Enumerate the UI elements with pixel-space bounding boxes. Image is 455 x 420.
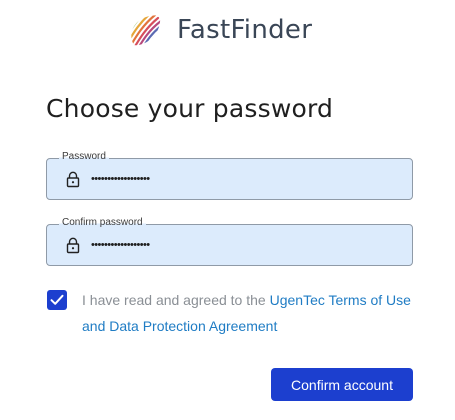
confirm-password-field-label: Confirm password — [59, 217, 146, 229]
password-field-label: Password — [59, 151, 109, 163]
page-title: Choose your password — [46, 94, 334, 123]
fastfinder-logo-icon — [131, 15, 161, 46]
brand-header: FastFinder — [126, 10, 312, 50]
confirm-account-button[interactable]: Confirm account — [271, 368, 413, 401]
password-field[interactable]: Password — [46, 151, 413, 200]
agreement-checkbox[interactable] — [47, 290, 67, 310]
lock-icon — [66, 237, 80, 254]
confirm-password-input[interactable] — [91, 234, 391, 256]
password-input[interactable] — [91, 168, 391, 190]
brand-name: FastFinder — [177, 15, 313, 45]
agreement-text: I have read and agreed to the UgenTec Te… — [82, 287, 422, 339]
confirm-password-field[interactable]: Confirm password — [46, 217, 413, 266]
lock-icon — [66, 171, 80, 188]
checkmark-icon — [50, 294, 64, 305]
agreement-text-prefix: I have read and agreed to the — [82, 292, 270, 308]
